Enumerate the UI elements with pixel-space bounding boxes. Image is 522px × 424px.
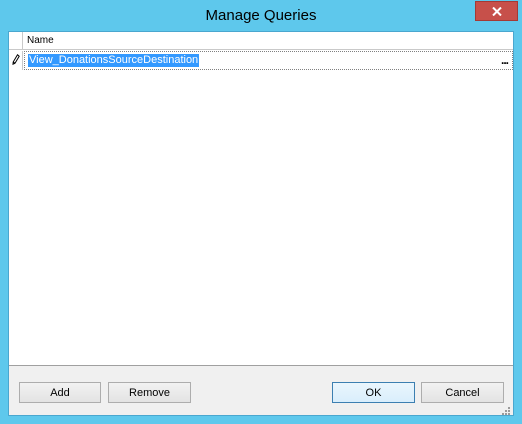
ok-button[interactable]: OK	[332, 382, 415, 403]
name-cell-text[interactable]: View_DonationsSourceDestination	[28, 54, 200, 67]
grid-header: Name	[9, 32, 513, 50]
title-bar[interactable]: Manage Queries	[0, 0, 522, 32]
pencil-icon	[11, 52, 20, 70]
resize-grip-icon[interactable]	[501, 403, 511, 415]
row-header[interactable]	[9, 51, 23, 70]
cancel-button[interactable]: Cancel	[421, 382, 504, 403]
name-cell[interactable]: View_DonationsSourceDestination ...	[24, 51, 513, 70]
add-button[interactable]: Add	[19, 382, 101, 403]
dialog-client-area: Name View_DonationsSourceDestination ...	[8, 31, 514, 416]
queries-grid[interactable]: Name View_DonationsSourceDestination ...	[9, 32, 513, 366]
close-icon	[491, 6, 502, 16]
dialog-window: Manage Queries Name View_DonationsSource…	[0, 0, 522, 424]
remove-button[interactable]: Remove	[108, 382, 191, 403]
table-row[interactable]: View_DonationsSourceDestination ...	[9, 51, 513, 70]
grid-corner-cell[interactable]	[9, 32, 23, 50]
close-button[interactable]	[475, 1, 518, 21]
column-header-name[interactable]: Name	[27, 35, 54, 46]
window-title: Manage Queries	[205, 7, 317, 24]
ellipsis-button[interactable]: ...	[501, 53, 509, 67]
